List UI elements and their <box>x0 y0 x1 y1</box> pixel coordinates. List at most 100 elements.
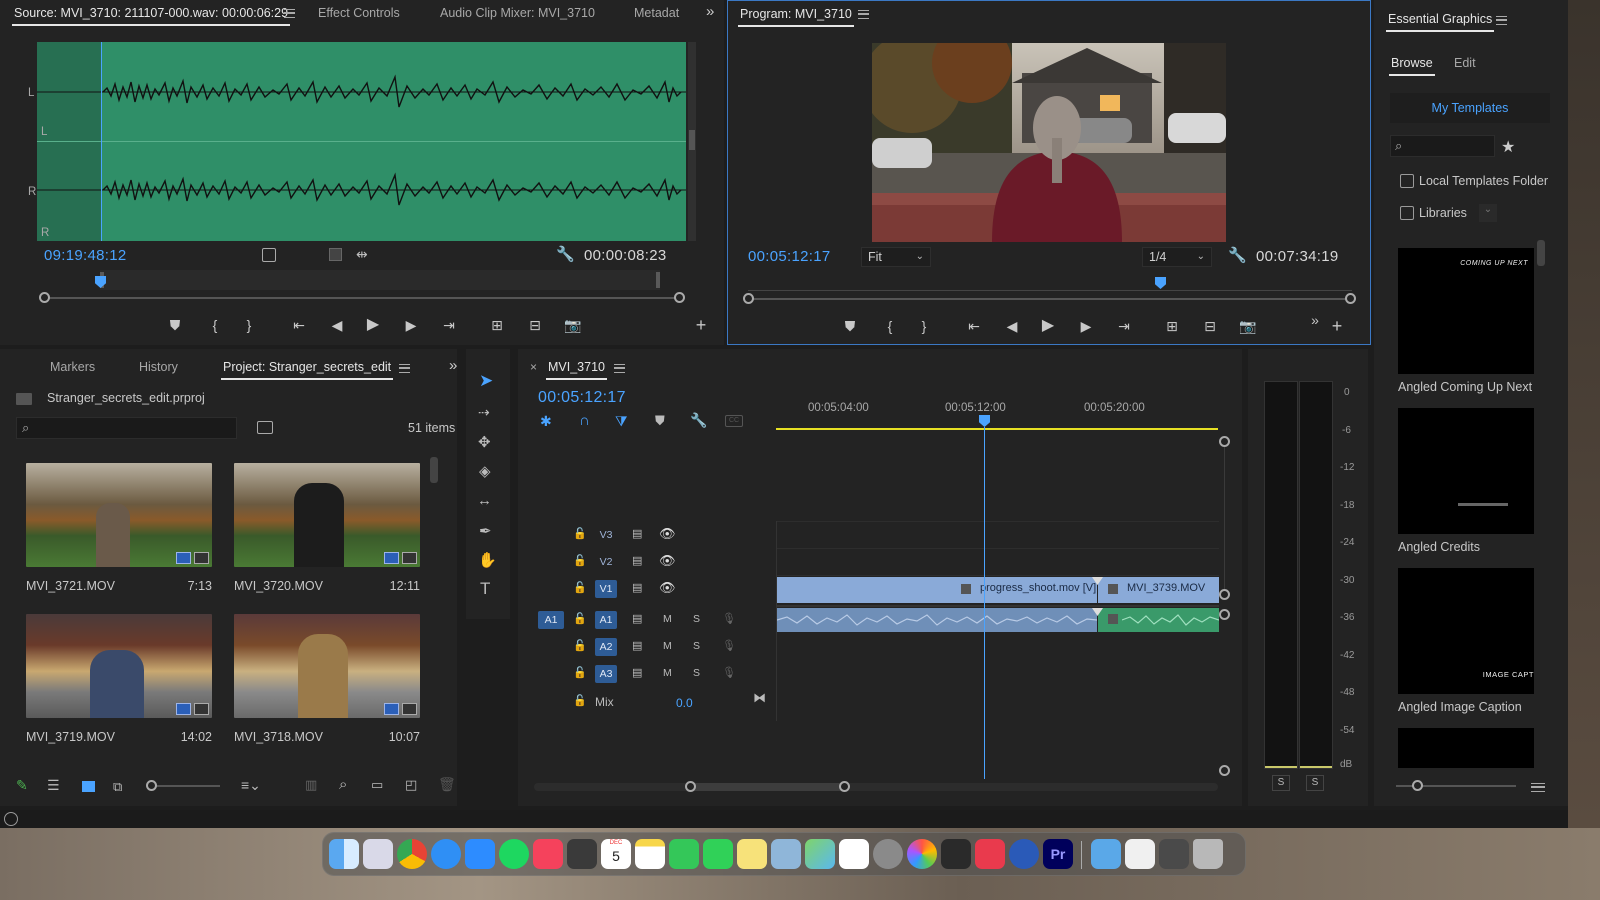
track-label-v3[interactable]: V3 <box>595 526 617 544</box>
templates-scrollbar[interactable] <box>1537 240 1545 266</box>
program-zoom-handle-right[interactable] <box>1345 293 1356 304</box>
lock-icon[interactable]: 🔓 <box>573 639 587 652</box>
source-add-button-icon[interactable]: + <box>690 315 712 335</box>
sync-lock-icon[interactable]: ▤ <box>632 527 642 540</box>
source-time-ruler[interactable] <box>44 270 680 290</box>
timeline-vscroll-handle[interactable] <box>1219 589 1230 600</box>
source-vertical-scrollbar[interactable] <box>688 42 696 241</box>
audio-clip-1[interactable] <box>776 608 1098 632</box>
clip-thumbnail[interactable] <box>26 463 212 567</box>
essential-graphics-title[interactable]: Essential Graphics <box>1385 12 1495 32</box>
system-preferences-icon[interactable] <box>873 839 903 869</box>
program-mark-out-icon[interactable]: } <box>913 317 935 335</box>
screenshot-stack-icon[interactable] <box>1159 839 1189 869</box>
mute-button[interactable]: M <box>663 613 672 625</box>
lock-icon[interactable]: 🔓 <box>573 581 587 594</box>
ripple-edit-tool-icon[interactable]: ✥ <box>478 433 491 451</box>
program-time-ruler[interactable] <box>748 277 1352 291</box>
audio-clip-2[interactable] <box>1098 608 1219 632</box>
tab-markers[interactable]: Markers <box>50 360 95 374</box>
finder-icon[interactable] <box>329 839 359 869</box>
document-icon[interactable] <box>1125 839 1155 869</box>
project-panel-menu-icon[interactable] <box>399 364 410 373</box>
tab-effect-controls[interactable]: Effect Controls <box>318 6 400 20</box>
source-settings-square-icon[interactable] <box>329 248 342 261</box>
downloads-folder-icon[interactable] <box>1091 839 1121 869</box>
facetime-icon[interactable] <box>703 839 733 869</box>
source-zoom-fit-icon[interactable] <box>262 248 276 262</box>
new-bin-icon[interactable]: ▭ <box>371 777 383 793</box>
trash-icon[interactable]: 🗑 <box>438 776 456 793</box>
program-add-button-icon[interactable]: + <box>1326 316 1348 336</box>
lock-icon[interactable]: 🔓 <box>573 666 587 679</box>
program-timecode-current[interactable]: 00:05:12:17 <box>748 248 831 265</box>
calculator-icon[interactable] <box>567 839 597 869</box>
type-tool-icon[interactable]: T <box>480 579 490 599</box>
reminders-icon[interactable] <box>839 839 869 869</box>
selection-tool-icon[interactable]: ➤ <box>479 371 493 391</box>
automate-icon[interactable]: ▥ <box>305 777 317 793</box>
play-icon[interactable]: ▶ <box>362 315 384 333</box>
mic-icon[interactable]: 🎙 <box>722 639 736 652</box>
overwrite-icon[interactable]: ⊟ <box>524 316 546 334</box>
source-zoom-handle-left[interactable] <box>39 292 50 303</box>
extract-icon[interactable]: ⊟ <box>1199 317 1221 335</box>
program-fit-dropdown[interactable]: Fit ⌄ <box>861 247 931 267</box>
tab-sequence[interactable]: MVI_3710 <box>546 360 607 380</box>
program-resolution-dropdown[interactable]: 1/4 ⌄ <box>1142 247 1212 267</box>
source-wrench-icon[interactable]: 🔧 <box>556 245 575 263</box>
source-waveform[interactable] <box>37 42 686 241</box>
go-to-end-icon[interactable]: ⧓ <box>753 690 766 706</box>
template-thumb-next[interactable] <box>1398 728 1534 768</box>
timeline-hscroll-handle-left[interactable] <box>685 781 696 792</box>
track-label-a1[interactable]: A1 <box>595 611 617 629</box>
track-label-a2[interactable]: A2 <box>595 638 617 656</box>
mute-button[interactable]: M <box>663 640 672 652</box>
premiere-pro-icon[interactable]: Pr <box>1043 839 1073 869</box>
mic-icon[interactable]: 🎙 <box>722 612 736 625</box>
step-back-icon[interactable]: ◀︎ <box>326 316 348 334</box>
source-zoom-handle-right[interactable] <box>674 292 685 303</box>
list-view-icon[interactable]: ☰ <box>47 777 60 794</box>
source-drag-audio-icon[interactable]: ⇹ <box>356 246 368 263</box>
program-play-icon[interactable]: ▶ <box>1037 316 1059 334</box>
program-overflow-icon[interactable]: » <box>1304 311 1326 329</box>
messages-icon[interactable] <box>669 839 699 869</box>
mute-button[interactable]: M <box>663 667 672 679</box>
templates-search-input[interactable]: ⌕ <box>1390 135 1495 157</box>
program-wrench-icon[interactable]: 🔧 <box>1228 246 1247 264</box>
source-panel-menu-icon[interactable] <box>284 9 295 18</box>
snap-icon[interactable]: ✱ <box>540 413 552 430</box>
eye-icon[interactable]: 👁 <box>659 553 676 569</box>
essential-graphics-menu-icon[interactable] <box>1496 16 1507 25</box>
stickies-icon[interactable] <box>737 839 767 869</box>
libraries-checkbox[interactable] <box>1400 206 1414 220</box>
close-sequence-icon[interactable]: × <box>530 360 537 374</box>
new-search-bin-icon[interactable] <box>257 421 273 434</box>
timeline-hscroll-handle-right[interactable] <box>839 781 850 792</box>
music-icon[interactable] <box>533 839 563 869</box>
spotify-icon[interactable] <box>499 839 529 869</box>
notes-icon[interactable] <box>635 839 665 869</box>
lock-icon[interactable]: 🔓 <box>573 612 587 625</box>
favorites-star-icon[interactable]: ★ <box>1501 137 1515 157</box>
program-video-frame[interactable] <box>872 43 1226 242</box>
program-title[interactable]: Program: MVI_3710 <box>738 7 854 27</box>
insert-overwrite-icon[interactable]: ⧩ <box>615 413 628 430</box>
timeline-hscroll[interactable] <box>534 783 1218 791</box>
meter-solo-left[interactable]: S <box>1272 775 1290 791</box>
timeline-timecode[interactable]: 00:05:12:17 <box>538 389 626 407</box>
timeline-vscroll-track[interactable] <box>1224 447 1225 589</box>
my-templates-button[interactable]: My Templates <box>1390 93 1550 123</box>
sort-icon[interactable]: ≡⌄ <box>241 777 261 794</box>
final-cut-icon[interactable] <box>941 839 971 869</box>
mic-icon[interactable]: 🎙 <box>722 666 736 679</box>
maps-icon[interactable] <box>805 839 835 869</box>
sync-lock-icon[interactable]: ▤ <box>632 554 642 567</box>
hand-tool-icon[interactable]: ✋ <box>478 551 497 569</box>
lock-icon[interactable]: 🔓 <box>573 694 587 707</box>
tab-audio-clip-mixer[interactable]: Audio Clip Mixer: MVI_3710 <box>440 6 595 20</box>
safari-icon[interactable] <box>431 839 461 869</box>
video-clip-progress-shoot[interactable]: progress_shoot.mov [V] <box>777 577 1097 603</box>
lock-icon[interactable]: 🔓 <box>573 527 587 540</box>
